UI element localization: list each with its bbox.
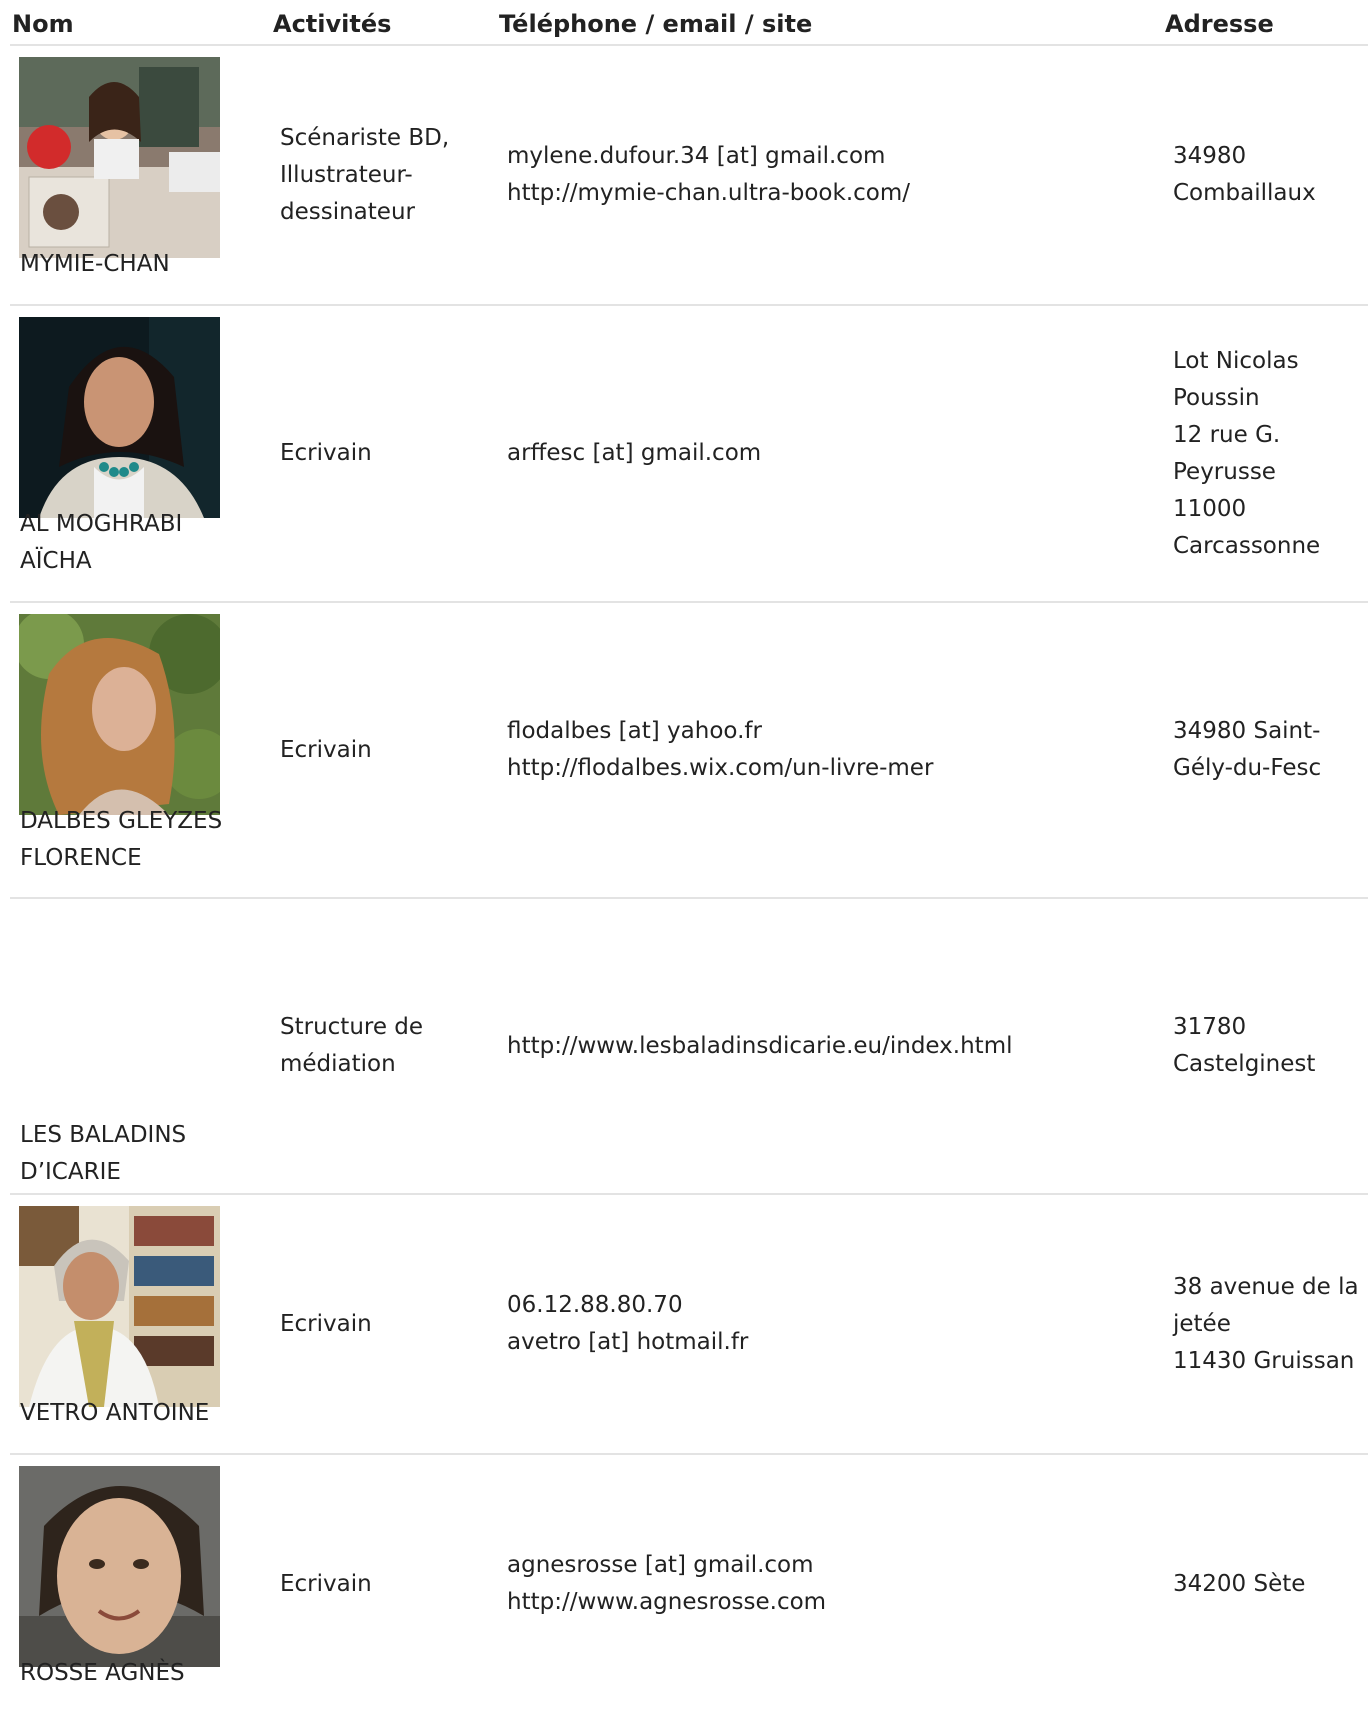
activity-cell: Ecrivain [280, 440, 372, 466]
email-text: avetro [at] hotmail.fr [507, 1329, 749, 1355]
person-name: LES BALADINS D’ICARIE [20, 1122, 187, 1185]
table-row: DALBES GLEYZES FLORENCE Ecrivain flodalb… [10, 603, 1368, 899]
header-nom: Nom [12, 10, 74, 38]
website-link[interactable]: http://www.agnesrosse.com [507, 1584, 1167, 1621]
address-cell: 34200 Sète [1173, 1570, 1306, 1597]
contact-cell: agnesrosse [at] gmail.com http://www.agn… [507, 1455, 1167, 1713]
activity-cell: Ecrivain [280, 1570, 372, 1597]
table-row: MYMIE-CHAN Scénariste BD, Illustrateur- … [10, 46, 1368, 306]
portrait-photo-icon [19, 57, 220, 258]
website-link[interactable]: http://www.lesbaladinsdicarie.eu/index.h… [507, 1028, 1167, 1065]
table-header: Nom Activités Téléphone / email / site A… [10, 0, 1368, 46]
table-row: VETRO ANTOINE Ecrivain 06.12.88.80.70 av… [10, 1195, 1368, 1455]
address-cell: 34980 Saint- Gély-du-Fesc [1173, 718, 1322, 781]
table-row: ROSSE AGNÈS Ecrivain agnesrosse [at] gma… [10, 1455, 1368, 1713]
table-row: LES BALADINS D’ICARIE Structure de média… [10, 899, 1368, 1195]
contact-cell: arffesc [at] gmail.com [507, 306, 1167, 601]
address-cell: Lot Nicolas Poussin 12 rue G. Peyrusse 1… [1173, 347, 1321, 559]
address-cell: 34980 Combaillaux [1173, 143, 1316, 206]
email-text: mylene.dufour.34 [at] gmail.com [507, 143, 886, 169]
phone-text: 06.12.88.80.70 [507, 1292, 683, 1318]
contact-cell: mylene.dufour.34 [at] gmail.com http://m… [507, 46, 1167, 304]
contacts-table: Nom Activités Téléphone / email / site A… [10, 0, 1368, 1713]
email-text: arffesc [at] gmail.com [507, 440, 762, 466]
activity-cell: Structure de médiation [280, 1014, 424, 1077]
person-name: MYMIE-CHAN [20, 251, 170, 277]
contact-cell: http://www.lesbaladinsdicarie.eu/index.h… [507, 899, 1167, 1193]
header-activites: Activités [273, 10, 392, 38]
person-name: AL MOGHRABI AÏCHA [20, 511, 183, 574]
portrait-photo-icon [19, 317, 220, 518]
address-cell: 38 avenue de la jetée 11430 Gruissan [1173, 1273, 1359, 1374]
portrait-photo-icon [19, 1206, 220, 1407]
header-adresse: Adresse [1165, 10, 1274, 38]
person-name: ROSSE AGNÈS [20, 1660, 185, 1686]
address-cell: 31780 Castelginest [1173, 1014, 1316, 1077]
person-name: VETRO ANTOINE [20, 1400, 210, 1426]
person-name: DALBES GLEYZES FLORENCE [20, 808, 223, 871]
activity-cell: Scénariste BD, Illustrateur- dessinateur [280, 124, 450, 225]
portrait-photo-icon [19, 614, 220, 815]
portrait-photo-icon [19, 1466, 220, 1667]
contact-cell: 06.12.88.80.70 avetro [at] hotmail.fr [507, 1195, 1167, 1453]
email-text: flodalbes [at] yahoo.fr [507, 718, 762, 744]
contact-cell: flodalbes [at] yahoo.fr http://flodalbes… [507, 603, 1167, 897]
website-link[interactable]: http://mymie-chan.ultra-book.com/ [507, 175, 1167, 212]
email-text: agnesrosse [at] gmail.com [507, 1552, 814, 1578]
header-contact: Téléphone / email / site [499, 10, 813, 38]
table-row: AL MOGHRABI AÏCHA Ecrivain arffesc [at] … [10, 306, 1368, 603]
website-link[interactable]: http://flodalbes.wix.com/un-livre-mer [507, 750, 1167, 787]
activity-cell: Ecrivain [280, 1310, 372, 1337]
activity-cell: Ecrivain [280, 736, 372, 763]
